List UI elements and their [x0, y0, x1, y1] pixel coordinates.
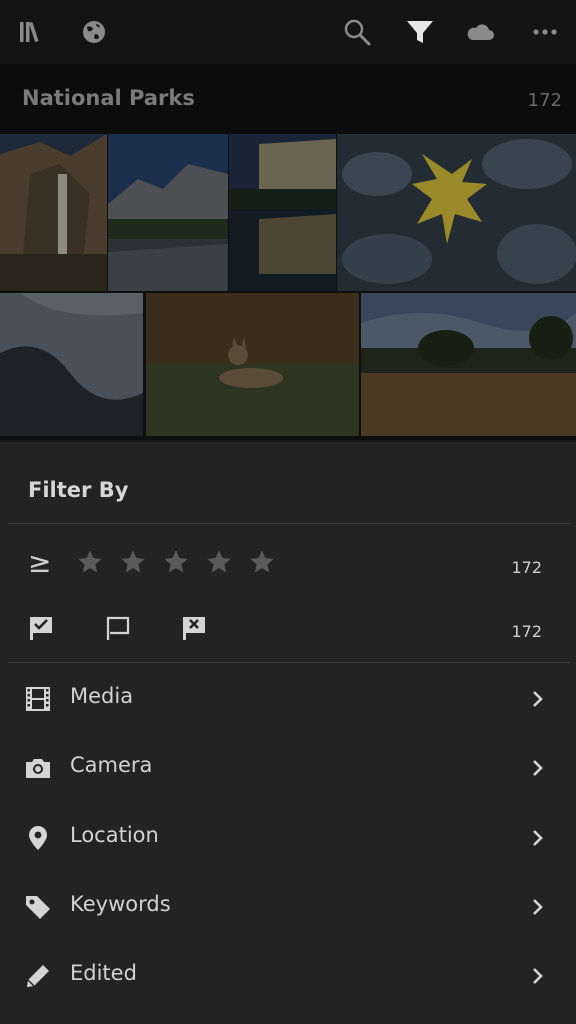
chevron-right-icon [530, 965, 546, 987]
star-icon-1[interactable] [76, 548, 104, 576]
globe-icon[interactable] [78, 16, 110, 48]
divider [8, 523, 570, 524]
filter-panel: Filter By ≥ 172 172 Media Camera Locatio… [0, 440, 576, 1024]
filter-item-label: Location [70, 823, 159, 847]
album-header: National Parks 172 [0, 64, 576, 134]
top-toolbar [0, 0, 576, 64]
rejected-flag-icon[interactable] [180, 614, 208, 642]
filter-item-label: Keywords [70, 892, 171, 916]
chevron-right-icon [530, 757, 546, 779]
star-icon-5[interactable] [248, 548, 276, 576]
library-icon[interactable] [16, 16, 48, 48]
cloud-icon[interactable] [464, 16, 496, 48]
rating-count: 172 [511, 558, 542, 577]
more-icon[interactable] [529, 16, 561, 48]
rating-filter-row: ≥ 172 [0, 546, 576, 586]
flag-count: 172 [511, 622, 542, 641]
filter-item-location[interactable]: Location [0, 808, 576, 868]
album-photo-count: 172 [527, 90, 562, 111]
tag-icon [24, 893, 52, 921]
search-icon[interactable] [341, 16, 373, 48]
star-icon-3[interactable] [162, 548, 190, 576]
flag-filter-row: 172 [0, 612, 576, 652]
photo-thumbnail-frost-ground[interactable] [0, 293, 143, 436]
chevron-right-icon [530, 688, 546, 710]
chevron-right-icon [530, 827, 546, 849]
filter-item-edited[interactable]: Edited [0, 946, 576, 1006]
pencil-icon [24, 962, 52, 990]
filter-item-label: Edited [70, 961, 137, 985]
photo-thumbnail-coyote[interactable] [146, 293, 359, 436]
divider [8, 662, 570, 663]
filter-item-label: Camera [70, 753, 153, 777]
picked-flag-icon[interactable] [27, 614, 55, 642]
filter-item-media[interactable]: Media [0, 669, 576, 729]
filter-item-label: Media [70, 684, 134, 708]
filter-icon[interactable] [404, 16, 436, 48]
filter-panel-title: Filter By [28, 478, 129, 502]
filter-item-keywords[interactable]: Keywords [0, 877, 576, 937]
photo-thumbnail-waterfall[interactable] [0, 134, 107, 291]
camera-icon [24, 754, 52, 782]
chevron-right-icon [530, 896, 546, 918]
unflagged-icon[interactable] [104, 614, 132, 642]
location-pin-icon [24, 824, 52, 852]
photo-grid [0, 134, 576, 440]
filter-item-camera[interactable]: Camera [0, 738, 576, 798]
photo-thumbnail-cliff-reflection[interactable] [229, 134, 336, 291]
photo-thumbnail-frost-leaf[interactable] [337, 134, 576, 291]
film-icon [24, 685, 52, 713]
rating-operator[interactable]: ≥ [28, 546, 51, 579]
star-icon-2[interactable] [119, 548, 147, 576]
album-title: National Parks [22, 86, 195, 110]
star-icon-4[interactable] [205, 548, 233, 576]
photo-thumbnail-valley[interactable] [108, 134, 228, 291]
photo-thumbnail-meadow[interactable] [361, 293, 576, 436]
